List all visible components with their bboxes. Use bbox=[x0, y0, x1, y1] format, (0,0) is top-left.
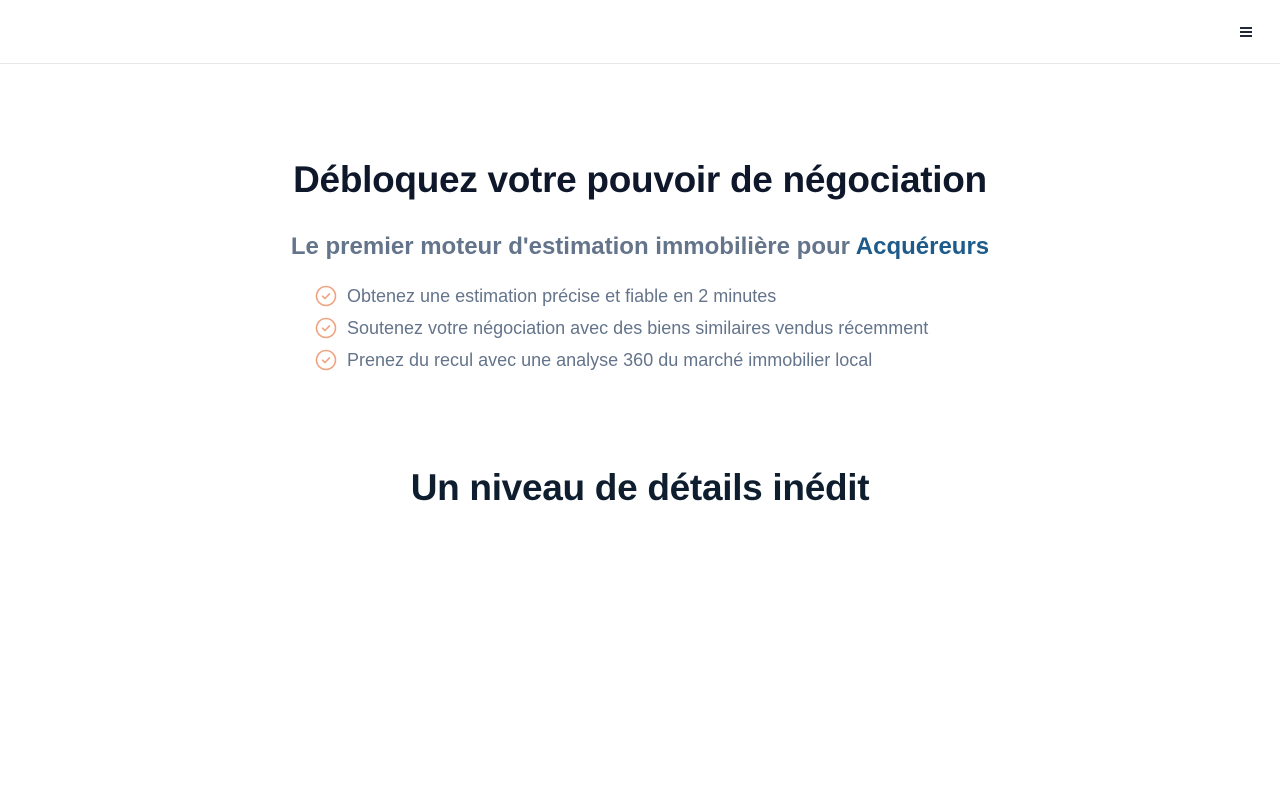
feature-text: Soutenez votre négociation avec des bien… bbox=[347, 318, 929, 338]
check-circle-icon bbox=[315, 349, 337, 371]
check-circle-icon bbox=[315, 285, 337, 307]
top-navigation-bar bbox=[0, 0, 1280, 64]
list-item: Prenez du recul avec une analyse 360 du … bbox=[315, 344, 1035, 376]
list-item: Obtenez une estimation précise et fiable… bbox=[315, 280, 1035, 312]
section-title: Un niveau de détails inédit bbox=[410, 467, 870, 508]
check-circle-icon bbox=[315, 317, 337, 339]
hamburger-menu-icon bbox=[1240, 27, 1252, 37]
hero-subtitle-accent: Acquéreurs bbox=[855, 233, 990, 260]
hero-subtitle-text: Le premier moteur d'estimation immobiliè… bbox=[290, 233, 856, 260]
list-item: Soutenez votre négociation avec des bien… bbox=[315, 312, 1035, 344]
feature-list: Obtenez une estimation précise et fiable… bbox=[315, 280, 1035, 376]
feature-text: Prenez du recul avec une analyse 360 du … bbox=[347, 350, 873, 370]
menu-button[interactable] bbox=[1234, 20, 1258, 44]
hero-subtitle: Le premier moteur d'estimation immobiliè… bbox=[0, 230, 1280, 264]
feature-text: Obtenez une estimation précise et fiable… bbox=[347, 286, 777, 306]
hero-title: Débloquez votre pouvoir de négociation bbox=[293, 159, 987, 200]
